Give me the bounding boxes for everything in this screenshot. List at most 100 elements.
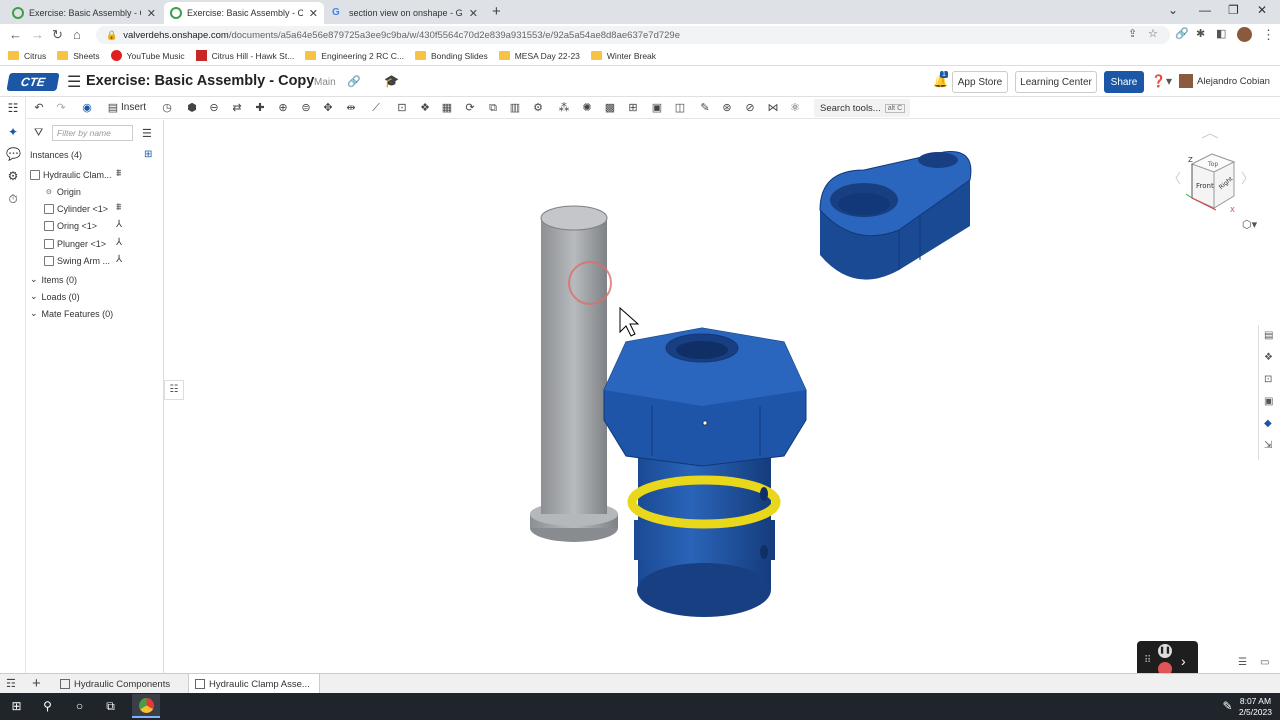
cylindrical-mate-icon[interactable]: ⊕ [276,101,290,115]
share-button[interactable]: Share [1104,71,1144,93]
graphics-viewport[interactable]: Z X Top Front Right ⬡▾ ☷ [164,120,1257,674]
user-name[interactable]: Alejandro Cobian [1197,76,1270,87]
chevron-right-icon[interactable]: › [1181,653,1186,669]
layers-icon[interactable]: ☰ [1238,657,1247,668]
tab-manager-icon[interactable]: ☶ [6,677,16,690]
tree-item-origin[interactable]: ⊙ Origin [46,187,81,197]
browser-tab-3[interactable]: G section view on onshape - Goog ✕ [326,2,484,24]
tab-hydraulic-components[interactable]: Hydraulic Components [54,674,190,694]
redo-icon[interactable]: ↷ [54,101,68,115]
swing-arm-part[interactable] [819,151,972,280]
linear-pattern-icon[interactable]: ▦ [440,101,454,115]
tree-item-cylinder[interactable]: Cylinder <1> [44,204,108,214]
search-tools-input[interactable]: Search tools... alt C [814,99,910,117]
comments-icon[interactable]: 💬 [6,147,21,161]
link-extension-icon[interactable]: 🔗 [1175,27,1189,40]
explode-icon[interactable]: ▣ [650,101,664,115]
feature-list-icon[interactable]: ☷ [6,101,20,115]
graduation-cap-icon[interactable]: 🎓 [384,74,399,88]
tangent-mate-icon[interactable]: ⟋ [369,101,383,115]
insert-button[interactable]: Insert [121,102,146,113]
instances-header[interactable]: Instances (4) [30,150,82,160]
parallel-mate-icon[interactable]: ⇹ [344,101,358,115]
loads-icon[interactable]: ⊛ [720,101,734,115]
bookmark-star-icon[interactable]: ☆ [1148,27,1158,40]
ball-mate-icon[interactable]: ✥ [321,101,335,115]
new-folder-icon[interactable]: ⊞ [144,149,152,160]
parts-icon[interactable]: ⚙ [6,169,20,183]
slider-mate-icon[interactable]: ⇄ [230,101,244,115]
tree-item-hydraulic-clamp[interactable]: Hydraulic Clam... [30,170,112,180]
sketch-icon[interactable]: ✎ [698,101,712,115]
bookmark-mesa-day[interactable]: MESA Day 22-23 [498,51,580,61]
section-mate-features[interactable]: ⌄ Mate Features (0) [30,308,113,319]
maximize-icon[interactable]: ❐ [1228,3,1239,17]
view-cube[interactable]: Z X Top Front Right [1172,132,1248,222]
revolute-mate-icon[interactable]: ⊖ [207,101,221,115]
tree-item-plunger[interactable]: Plunger <1> [44,239,106,249]
mass-properties-icon[interactable]: ⊡ [1264,374,1276,386]
constraint-icon[interactable]: ⊘ [743,101,757,115]
mirror-icon[interactable]: ▥ [508,101,522,115]
replicate-icon[interactable]: ⧉ [486,101,500,115]
learning-center-button[interactable]: Learning Center [1015,71,1097,93]
minimize-icon[interactable]: — [1199,3,1211,17]
mate-connector-icon[interactable]: ⊡ [395,101,409,115]
windows-start-icon[interactable]: ⊞ [9,699,24,714]
draft-icon[interactable]: ▭ [1260,657,1269,668]
gear-relation-icon[interactable]: ⚙ [531,101,545,115]
app-store-button[interactable]: App Store [952,71,1008,93]
tab-search-icon[interactable]: ⌄ [1168,3,1178,17]
back-icon[interactable]: ← [9,27,22,42]
section-loads[interactable]: ⌄ Loads (0) [30,291,80,302]
pin-slot-mate-icon[interactable]: ⊜ [299,101,313,115]
help-icon[interactable]: ❓▾ [1151,74,1172,88]
cortana-icon[interactable]: ○ [72,699,87,714]
document-title[interactable]: Exercise: Basic Assembly - Copy [86,73,314,89]
drag-handle-icon[interactable]: ⠿ [1144,655,1151,666]
pen-icon[interactable]: ✎ [1220,699,1235,714]
forward-icon[interactable]: → [31,27,44,42]
bookmark-sheets[interactable]: Sheets [57,51,100,61]
bookmark-citrus-hill[interactable]: Citrus Hill - Hawk St... [195,50,294,61]
fastened-mate-icon[interactable]: ⬢ [185,101,199,115]
bookmark-youtube-music[interactable]: YouTube Music [110,50,185,61]
mate-features-icon[interactable]: ✦ [6,125,20,139]
history-icon[interactable]: ⏱ [6,192,20,206]
taskbar-clock[interactable]: 8:07 AM 2/5/2023 [1239,696,1272,718]
workspace-label[interactable]: Main [314,77,336,88]
link-icon[interactable]: 🔗 [347,75,361,88]
task-view-icon[interactable]: ⧉ [103,699,118,714]
section-items[interactable]: ⌄ Items (0) [30,274,77,285]
tab-hydraulic-clamp-assembly[interactable]: Hydraulic Clamp Asse... [188,674,320,694]
configurations-icon[interactable]: ◉ [80,101,94,115]
properties-icon[interactable]: ▤ [1264,330,1276,342]
panel-toggle-icon[interactable]: ☷ [164,380,184,400]
close-tab-icon[interactable]: ✕ [147,7,156,20]
reload-icon[interactable]: ↻ [52,27,63,43]
rack-pinion-icon[interactable]: ⁂ [557,101,571,115]
linear-relation-icon[interactable]: ▩ [603,101,617,115]
extensions-puzzle-icon[interactable]: ✱ [1196,27,1205,40]
side-panel-icon[interactable]: ◧ [1216,27,1226,40]
analysis-icon[interactable]: ⚛ [788,101,802,115]
browser-tab-2[interactable]: Exercise: Basic Assembly - Copy | ✕ [164,2,324,24]
render-icon[interactable]: ◆ [1264,418,1276,430]
filter-icon[interactable]: ⛛ [34,127,43,140]
bom-icon[interactable]: ▣ [1264,396,1276,408]
bookmark-citrus[interactable]: Citrus [8,51,46,61]
bookmark-engineering[interactable]: Engineering 2 RC C... [305,51,404,61]
plunger-part[interactable] [603,327,807,617]
appearance-icon[interactable]: ❖ [1264,352,1276,364]
tree-item-swing-arm[interactable]: Swing Arm ... [44,256,110,266]
cylinder-part[interactable] [530,205,618,542]
screw-relation-icon[interactable]: ✺ [580,101,594,115]
export-icon[interactable]: ⇲ [1264,440,1276,452]
bookmark-bonding-slides[interactable]: Bonding Slides [414,51,488,61]
measure-icon[interactable]: ⊞ [626,101,640,115]
circular-pattern-icon[interactable]: ⟳ [463,101,477,115]
undo-icon[interactable]: ↶ [32,101,46,115]
cte-logo[interactable]: CTE [6,73,60,91]
chrome-taskbar-button[interactable] [132,694,160,718]
chrome-menu-icon[interactable]: ⋮ [1262,27,1275,43]
